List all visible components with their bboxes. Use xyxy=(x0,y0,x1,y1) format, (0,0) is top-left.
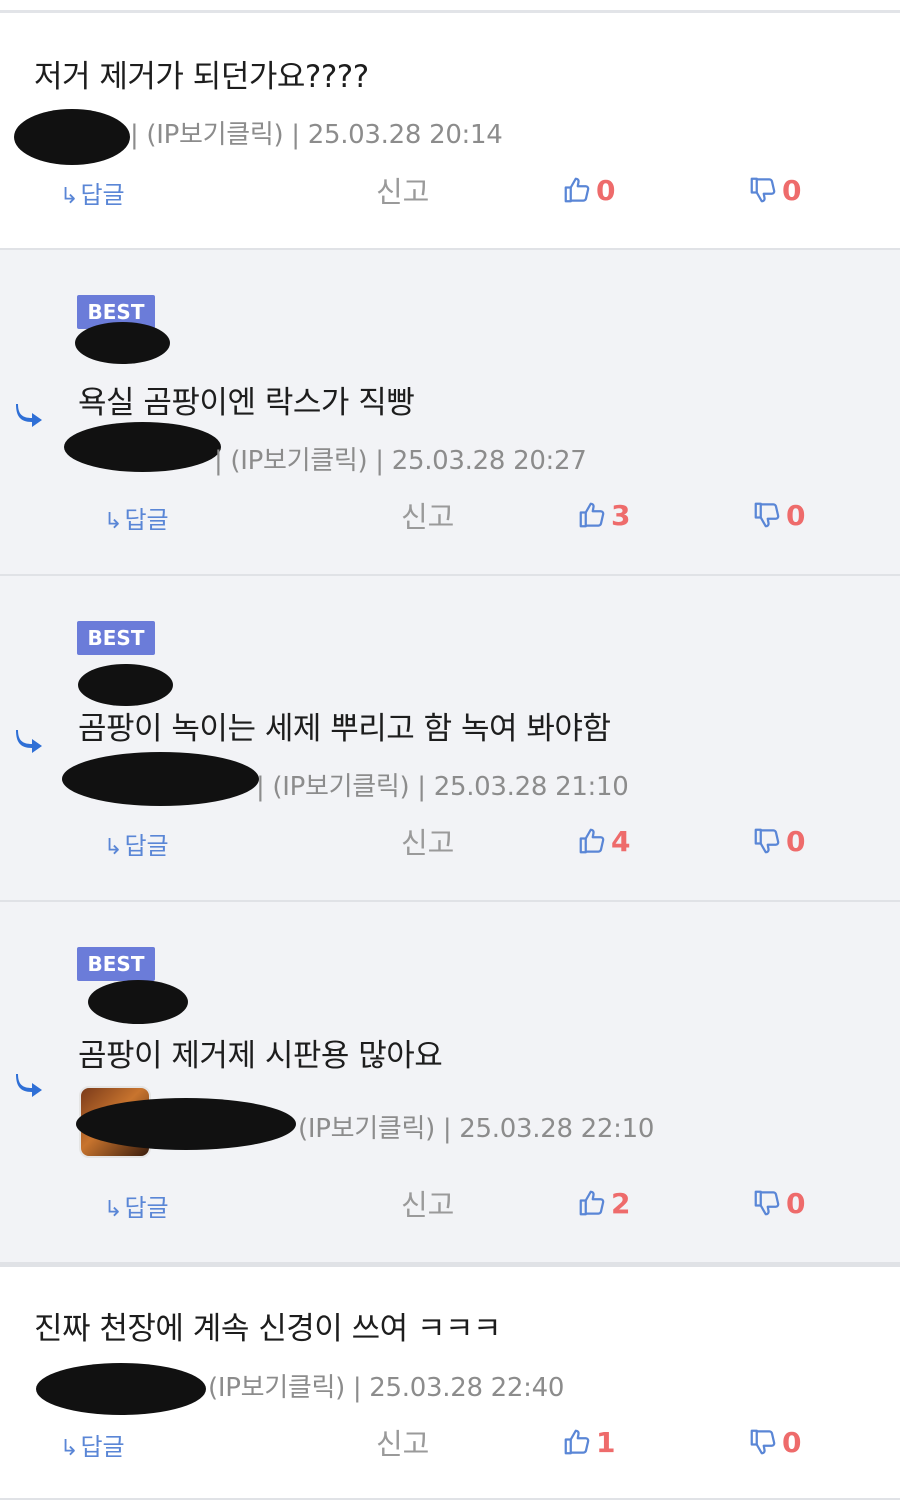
redacted-author xyxy=(78,664,173,706)
like-button[interactable]: 0 xyxy=(562,173,615,207)
redacted-author xyxy=(88,980,188,1024)
dislike-count: 0 xyxy=(786,1186,806,1220)
dislike-button[interactable]: 0 xyxy=(748,1425,801,1459)
like-button[interactable]: 2 xyxy=(577,1186,630,1220)
dislike-count: 0 xyxy=(786,498,806,532)
report-button[interactable]: 신고 xyxy=(401,820,454,862)
thumbs-down-icon xyxy=(750,1429,776,1455)
reply-comment-item: BEST 곰팡이 제거제 시판용 많아요 (IP보기클릭) | 25.03.28… xyxy=(0,902,900,1264)
redacted-author xyxy=(76,1098,296,1150)
like-button[interactable]: 4 xyxy=(577,824,630,858)
redacted-author xyxy=(14,109,130,165)
like-count: 0 xyxy=(596,173,616,207)
like-button[interactable]: 1 xyxy=(562,1425,615,1459)
thumbs-down-icon xyxy=(754,502,780,528)
comment-meta: | (IP보기클릭) | 25.03.28 21:10 xyxy=(256,772,629,802)
like-count: 1 xyxy=(596,1425,616,1459)
thumbs-down-icon xyxy=(754,1190,780,1216)
reply-button[interactable]: ↳답글 xyxy=(60,1427,125,1462)
thumbs-up-icon xyxy=(579,828,605,854)
redacted-author xyxy=(64,422,221,472)
comment-text: 곰팡이 녹이는 세제 뿌리고 함 녹여 봐야함 xyxy=(78,711,611,747)
redacted-author xyxy=(36,1363,206,1415)
dislike-button[interactable]: 0 xyxy=(752,1186,805,1220)
comment-text: 진짜 천장에 계속 신경이 쓰여 ㅋㅋㅋ xyxy=(34,1311,502,1347)
reply-button[interactable]: ↳답글 xyxy=(104,1188,169,1223)
reply-label: 답글 xyxy=(124,832,169,860)
comment-meta: | (IP보기클릭) | 25.03.28 20:14 xyxy=(130,120,503,150)
thumbs-up-icon xyxy=(564,177,590,203)
comment-list-page: 저거 제거가 되던가요???? | (IP보기클릭) | 25.03.28 20… xyxy=(0,0,900,1510)
report-button[interactable]: 신고 xyxy=(401,494,454,536)
thumbs-down-icon xyxy=(750,177,776,203)
like-count: 3 xyxy=(611,498,631,532)
dislike-button[interactable]: 0 xyxy=(752,498,805,532)
report-button[interactable]: 신고 xyxy=(376,169,429,211)
comment-text: 곰팡이 제거제 시판용 많아요 xyxy=(78,1038,443,1074)
report-button[interactable]: 신고 xyxy=(376,1421,429,1463)
reply-button[interactable]: ↳답글 xyxy=(104,826,169,861)
reply-arrow-icon xyxy=(16,730,42,753)
redacted-author xyxy=(75,322,170,364)
comment-text: 욕실 곰팡이엔 락스가 직빵 xyxy=(78,385,415,421)
reply-small-arrow-icon: ↳ xyxy=(60,184,79,209)
comment-meta: (IP보기클릭) | 25.03.28 22:10 xyxy=(298,1114,655,1144)
dislike-count: 0 xyxy=(782,1425,802,1459)
comment-text: 저거 제거가 되던가요???? xyxy=(34,59,369,95)
comment-item: 저거 제거가 되던가요???? | (IP보기클릭) | 25.03.28 20… xyxy=(0,13,900,250)
thumbs-up-icon xyxy=(579,502,605,528)
like-count: 4 xyxy=(611,824,631,858)
best-badge: BEST xyxy=(77,947,155,981)
dislike-count: 0 xyxy=(782,173,802,207)
comment-item: 진짜 천장에 계속 신경이 쓰여 ㅋㅋㅋ (IP보기클릭) | 25.03.28… xyxy=(0,1264,900,1500)
reply-small-arrow-icon: ↳ xyxy=(104,835,123,860)
comment-meta: (IP보기클릭) | 25.03.28 22:40 xyxy=(208,1373,565,1403)
reply-small-arrow-icon: ↳ xyxy=(60,1436,79,1461)
reply-small-arrow-icon: ↳ xyxy=(104,1197,123,1222)
thumbs-up-icon xyxy=(579,1190,605,1216)
report-button[interactable]: 신고 xyxy=(401,1182,454,1224)
reply-comment-item: BEST 곰팡이 녹이는 세제 뿌리고 함 녹여 봐야함 | (IP보기클릭) … xyxy=(0,576,900,902)
redacted-author xyxy=(62,752,259,806)
reply-button[interactable]: ↳답글 xyxy=(104,500,169,535)
dislike-count: 0 xyxy=(786,824,806,858)
like-button[interactable]: 3 xyxy=(577,498,630,532)
reply-arrow-icon xyxy=(16,1074,42,1097)
reply-button[interactable]: ↳답글 xyxy=(60,175,125,210)
reply-arrow-icon xyxy=(16,404,42,427)
like-count: 2 xyxy=(611,1186,631,1220)
reply-comment-item: BEST 욕실 곰팡이엔 락스가 직빵 | (IP보기클릭) | 25.03.2… xyxy=(0,250,900,576)
reply-label: 답글 xyxy=(80,181,125,209)
reply-label: 답글 xyxy=(124,506,169,534)
dislike-button[interactable]: 0 xyxy=(748,173,801,207)
reply-label: 답글 xyxy=(80,1433,125,1461)
reply-small-arrow-icon: ↳ xyxy=(104,509,123,534)
thumbs-up-icon xyxy=(564,1429,590,1455)
dislike-button[interactable]: 0 xyxy=(752,824,805,858)
thumbs-down-icon xyxy=(754,828,780,854)
comment-meta: | (IP보기클릭) | 25.03.28 20:27 xyxy=(214,446,587,476)
best-badge: BEST xyxy=(77,621,155,655)
reply-label: 답글 xyxy=(124,1194,169,1222)
